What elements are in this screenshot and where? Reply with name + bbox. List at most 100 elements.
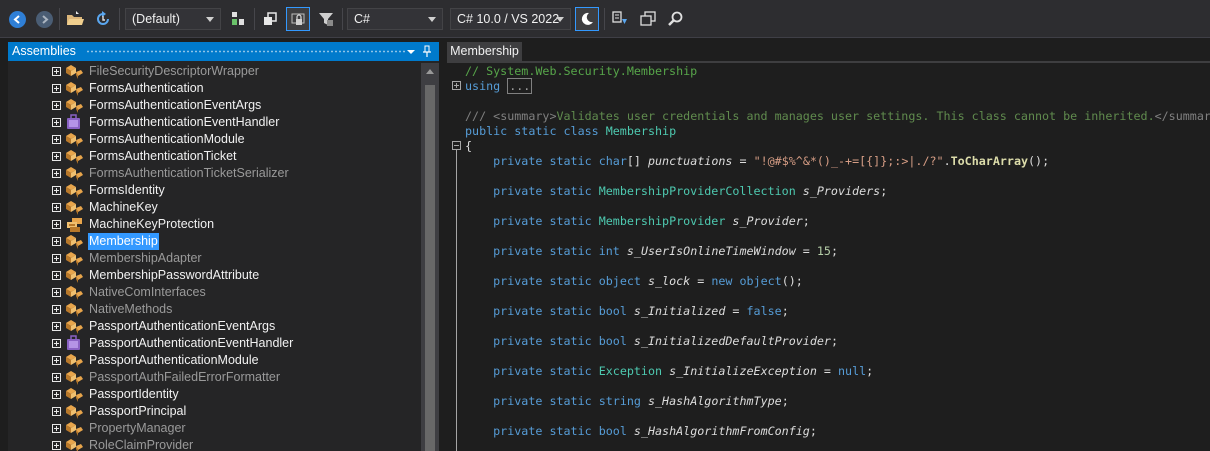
toolbar: (Default) C# C# 10.0 / VS 2022 <box>0 0 1210 38</box>
tree-item[interactable]: PassportAuthenticationModule <box>8 352 421 369</box>
open-button[interactable] <box>65 9 85 29</box>
expand-plus-icon[interactable] <box>52 169 61 178</box>
delegate-icon <box>64 114 84 131</box>
tree-item[interactable]: NativeMethods <box>8 301 421 318</box>
code-token: ; <box>830 334 838 348</box>
tree-item[interactable]: RoleClaimProvider <box>8 437 421 451</box>
expand-plus-icon[interactable] <box>52 424 61 433</box>
tree-item[interactable]: FormsAuthenticationModule <box>8 131 421 148</box>
code-line: private static Exception s_InitializeExc… <box>465 364 873 379</box>
class-icon <box>64 165 84 182</box>
code-token: object <box>739 274 782 288</box>
code-token: Membership <box>605 124 677 138</box>
tree-item[interactable]: PassportAuthFailedErrorFormatter <box>8 369 421 386</box>
tree-item[interactable]: PassportPrincipal <box>8 403 421 420</box>
expand-plus-icon[interactable] <box>52 101 61 110</box>
expand-plus-icon[interactable] <box>52 305 61 314</box>
toolbar-separator <box>59 8 60 30</box>
expand-plus-icon[interactable] <box>52 84 61 93</box>
code-token: bool <box>598 424 627 438</box>
code-token: = <box>690 274 712 288</box>
tree-item-label: FormsAuthenticationEventHandler <box>89 115 280 129</box>
forward-button[interactable] <box>34 9 54 29</box>
expand-plus-icon[interactable] <box>52 118 61 127</box>
code-token: // System.Web.Security.Membership <box>465 64 698 78</box>
reload-button[interactable] <box>93 9 113 29</box>
code-token: private static <box>465 304 599 318</box>
tree-item[interactable]: NativeComInterfaces <box>8 284 421 301</box>
filter-button[interactable] <box>316 9 336 29</box>
tree-item[interactable]: MembershipPasswordAttribute <box>8 267 421 284</box>
tree-item[interactable]: FormsAuthenticationEventArgs <box>8 97 421 114</box>
tab-membership[interactable]: Membership <box>447 42 522 61</box>
tree-item[interactable]: FileSecurityDescriptorWrapper <box>8 63 421 80</box>
tree-item[interactable]: MachineKeyProtection <box>8 216 421 233</box>
expand-plus-icon[interactable] <box>52 67 61 76</box>
tree-item[interactable]: FormsAuthenticationTicket <box>8 148 421 165</box>
search-button[interactable] <box>665 9 685 29</box>
collapsed-using-block[interactable]: ... <box>507 78 533 94</box>
window-button[interactable] <box>638 9 658 29</box>
expand-plus-icon[interactable] <box>52 203 61 212</box>
tree-item[interactable]: Membership <box>8 233 421 250</box>
language-version-dropdown[interactable]: C# 10.0 / VS 2022 <box>450 8 571 30</box>
code-token: int <box>598 244 620 258</box>
show-member-button[interactable] <box>228 9 248 29</box>
tree-item-label: PassportAuthenticationEventHandler <box>89 336 294 350</box>
sort-button[interactable] <box>260 9 280 29</box>
language-dropdown[interactable]: C# <box>347 8 443 30</box>
code-token: = <box>725 304 747 318</box>
tree-item[interactable]: FormsAuthenticationEventHandler <box>8 114 421 131</box>
tree-item[interactable]: PassportIdentity <box>8 386 421 403</box>
chevron-down-icon <box>556 17 564 22</box>
scrollbar-thumb[interactable] <box>425 85 435 451</box>
scroll-up-icon[interactable] <box>426 69 434 74</box>
tree-scrollbar[interactable] <box>421 63 439 451</box>
expand-plus-icon[interactable] <box>52 271 61 280</box>
assembly-tree[interactable]: FileSecurityDescriptorWrapper FormsAuthe… <box>8 63 421 451</box>
expand-plus-icon[interactable] <box>52 186 61 195</box>
code-token: ; <box>802 214 810 228</box>
tree-item[interactable]: FormsIdentity <box>8 182 421 199</box>
expand-plus-icon[interactable] <box>52 441 61 450</box>
expand-plus-icon[interactable] <box>52 373 61 382</box>
tree-item[interactable]: MachineKey <box>8 199 421 216</box>
fold-collapse-icon[interactable] <box>452 141 461 150</box>
lock-button[interactable] <box>286 7 310 31</box>
expand-plus-icon[interactable] <box>52 152 61 161</box>
theme-toggle-button[interactable] <box>575 7 599 31</box>
expand-plus-icon[interactable] <box>52 356 61 365</box>
class-icon <box>64 233 84 250</box>
tree-item[interactable]: MembershipAdapter <box>8 250 421 267</box>
expand-plus-icon[interactable] <box>52 322 61 331</box>
tree-item-label: FormsAuthenticationTicket <box>89 149 237 163</box>
code-token: ; <box>781 304 789 318</box>
expand-plus-icon[interactable] <box>52 135 61 144</box>
tree-item[interactable]: PropertyManager <box>8 420 421 437</box>
tree-item[interactable]: FormsAuthenticationTicketSerializer <box>8 165 421 182</box>
expand-plus-icon[interactable] <box>52 407 61 416</box>
tree-item[interactable]: FormsAuthentication <box>8 80 421 97</box>
assemblies-panel-header: Assemblies <box>8 42 439 61</box>
expand-plus-icon[interactable] <box>52 237 61 246</box>
fold-expand-icon[interactable] <box>452 81 461 90</box>
delegate-icon <box>64 335 84 352</box>
tree-item[interactable]: PassportAuthenticationEventArgs <box>8 318 421 335</box>
tree-item[interactable]: PassportAuthenticationEventHandler <box>8 335 421 352</box>
theme-moon-icon <box>581 12 593 25</box>
code-line: private static MembershipProviderCollect… <box>465 184 887 199</box>
language-filter-value: (Default) <box>132 12 180 26</box>
language-filter-dropdown[interactable]: (Default) <box>125 8 221 30</box>
class-icon <box>64 318 84 335</box>
expand-plus-icon[interactable] <box>52 288 61 297</box>
back-arrow-icon <box>8 10 26 28</box>
expand-plus-icon[interactable] <box>52 220 61 229</box>
back-button[interactable] <box>7 9 27 29</box>
expand-plus-icon[interactable] <box>52 339 61 348</box>
code-editor[interactable]: // System.Web.Security.Membership using .… <box>447 63 1210 451</box>
expand-plus-icon[interactable] <box>52 254 61 263</box>
search-assembly-button[interactable] <box>610 9 630 29</box>
expand-plus-icon[interactable] <box>52 390 61 399</box>
